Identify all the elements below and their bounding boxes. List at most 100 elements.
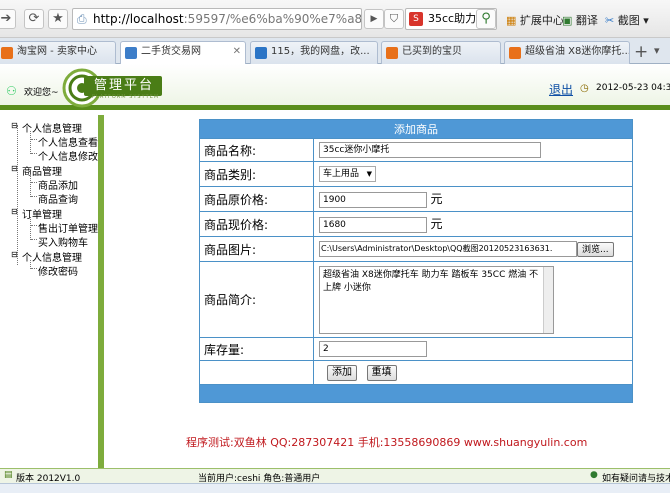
add-goods-form: 添加商品 商品名称: 35cc迷你小摩托 商品类别: 车上用品 ▼ 商品原价格:… (199, 119, 633, 403)
close-icon[interactable]: ✕ (233, 42, 241, 62)
scissors-icon: ✂ (605, 14, 615, 27)
tab-115[interactable]: 115，我的网盘，改... (250, 41, 378, 64)
group-goods[interactable]: 商品管理 (22, 163, 62, 178)
search-engine-icon: S (409, 12, 423, 26)
tab-label: 已买到的宝贝 (402, 46, 462, 57)
sidebar-item-view-profile[interactable]: 个人信息查看 (38, 134, 98, 149)
brand-subtitle: PLATFORM SYSYTEM (92, 94, 160, 100)
shield-icon[interactable]: ⛉ (384, 9, 404, 29)
collapse-icon[interactable]: ⊟ (11, 250, 18, 259)
current-price-unit: 元 (430, 217, 443, 231)
group-account[interactable]: 个人信息管理 (22, 249, 82, 264)
image-path-input[interactable]: C:\Users\Administrator\Desktop\QQ截图20120… (319, 241, 577, 257)
group-orders[interactable]: 订单管理 (22, 206, 62, 221)
go-arrow-icon[interactable]: ▶ (364, 9, 384, 29)
tab-secondhand[interactable]: 二手货交易网 ✕ (120, 41, 246, 65)
textarea-scrollbar[interactable] (543, 266, 553, 333)
welcome-text: 欢迎您~ (24, 88, 59, 98)
tree-connector (31, 239, 37, 240)
collapse-icon[interactable]: ⊟ (11, 121, 18, 130)
intro-text: 超级省油 X8迷你摩托车 助力车 踏板车 35CC 燃油 不上牌 小迷你 (323, 269, 539, 293)
url-host: http://localhost (93, 12, 184, 26)
stock-input[interactable]: 2 (319, 341, 427, 357)
favorite-star-icon[interactable]: ★ (48, 9, 68, 29)
user-icon: ⚇ (6, 84, 17, 98)
datetime: 2012-05-23 04:3 (596, 83, 670, 93)
sidebar-item-edit-profile[interactable]: 个人信息修改 (38, 148, 98, 163)
tab-favicon (386, 47, 398, 59)
extension-center-button[interactable]: ▦ 扩展中心 (506, 12, 564, 28)
extension-icon: ▦ (506, 14, 517, 27)
name-label: 商品名称: (199, 138, 314, 162)
add-button[interactable]: 添加 (327, 364, 357, 381)
refresh-icon[interactable]: ⟳ (24, 9, 44, 29)
original-price-input[interactable]: 1900 (319, 192, 427, 208)
translate-icon: ▣ (562, 14, 573, 27)
intro-textarea[interactable]: 超级省油 X8迷你摩托车 助力车 踏板车 35CC 燃油 不上牌 小迷你 (319, 265, 554, 334)
tab-label: 二手货交易网 (141, 46, 201, 57)
dropdown-arrow-icon: ▼ (366, 170, 372, 178)
sidebar: ⊟ 个人信息管理 个人信息查看 个人信息修改 ⊟ 商品管理 商品添加 商品查询 … (0, 115, 104, 468)
tree-connector (30, 217, 31, 240)
page-icon: ⎙ (77, 12, 87, 26)
sidebar-item-query-goods[interactable]: 商品查询 (38, 191, 78, 206)
tree-connector (31, 139, 37, 140)
tree-connector (30, 174, 31, 197)
help-icon: ● (590, 470, 598, 480)
back-icon[interactable]: ➔ (0, 9, 16, 29)
tab-purchased[interactable]: 已买到的宝贝 (381, 41, 501, 64)
current-price-input[interactable]: 1680 (319, 217, 427, 233)
original-price-unit: 元 (430, 192, 443, 206)
address-bar[interactable]: ⎙ http://localhost:59597/%e6%ba%90%e7%a8… (72, 8, 362, 30)
url-rest: :59597/%e6%ba%90%e7%a8%8b%e5%b (183, 12, 362, 26)
tab-favicon (509, 47, 521, 59)
tree-connector (31, 153, 37, 154)
credit-text: 程序测试:双鱼林 QQ:287307421 手机:13558690869 www… (186, 436, 588, 449)
brand-title: 管理平台 (84, 76, 162, 96)
browser-toolbar: ➔ ⟳ ★ ⎙ http://localhost:59597/%e6%ba%90… (0, 0, 670, 38)
tab-favicon (255, 47, 267, 59)
group-personal-info[interactable]: 个人信息管理 (22, 120, 82, 135)
sidebar-item-add-goods[interactable]: 商品添加 (38, 177, 78, 192)
tab-label: 超级省油 X8迷你摩托... (525, 46, 630, 57)
search-text: 35cc助力 (428, 12, 477, 25)
tree-connector (31, 268, 37, 269)
name-input[interactable]: 35cc迷你小摩托 (319, 142, 541, 158)
extension-label: 扩展中心 (519, 14, 564, 27)
tab-taobao[interactable]: 淘宝网 - 卖家中心 (0, 41, 116, 64)
form-title: 添加商品 (199, 119, 633, 139)
tab-menu-icon[interactable]: ▾ (654, 44, 660, 57)
tab-favicon (125, 47, 137, 59)
tree-connector (31, 225, 37, 226)
tab-bar: 淘宝网 - 卖家中心 二手货交易网 ✕ 115，我的网盘，改... 已买到的宝贝… (0, 38, 670, 65)
tab-scooter[interactable]: 超级省油 X8迷你摩托... (504, 41, 630, 64)
search-icon[interactable]: ⚲ (476, 9, 496, 29)
app-header: ⚇ 欢迎您~ 管理平台 PLATFORM SYSYTEM 退出 ◷ 2012-0… (0, 64, 670, 110)
tree-connector (31, 196, 37, 197)
translate-label: 翻译 (575, 14, 598, 27)
category-label: 商品类别: (199, 161, 314, 187)
sidebar-item-change-password[interactable]: 修改密码 (38, 263, 78, 278)
category-value: 车上用品 (323, 169, 360, 179)
new-tab-icon[interactable]: + (634, 42, 648, 62)
collapse-icon[interactable]: ⊟ (11, 207, 18, 216)
button-row-spacer (199, 360, 314, 385)
reset-button[interactable]: 重填 (366, 364, 397, 381)
image-label: 商品图片: (199, 236, 314, 262)
tree-connector (30, 131, 31, 154)
sidebar-item-sold-orders[interactable]: 售出订单管理 (38, 220, 98, 235)
browse-button[interactable]: 浏览... (577, 241, 614, 257)
translate-button[interactable]: ▣ 翻译 (562, 12, 598, 28)
logout-link[interactable]: 退出 (549, 81, 573, 98)
tree-connector (17, 125, 18, 265)
sidebar-item-cart[interactable]: 买入购物车 (38, 234, 88, 249)
tree-connector (31, 182, 37, 183)
screenshot-button[interactable]: ✂ 截图 ▾ (605, 12, 649, 28)
category-select[interactable]: 车上用品 ▼ (319, 166, 376, 182)
screenshot-label: 截图 (617, 14, 640, 27)
clock-icon: ◷ (580, 83, 589, 94)
browser-statusbar (0, 483, 670, 493)
status-bar: ▤ 版本 2012V1.0 当前用户:ceshi 角色:普通用户 ● 如有疑问请… (0, 468, 670, 484)
collapse-icon[interactable]: ⊟ (11, 164, 18, 173)
current-price-label: 商品现价格: (199, 211, 314, 237)
